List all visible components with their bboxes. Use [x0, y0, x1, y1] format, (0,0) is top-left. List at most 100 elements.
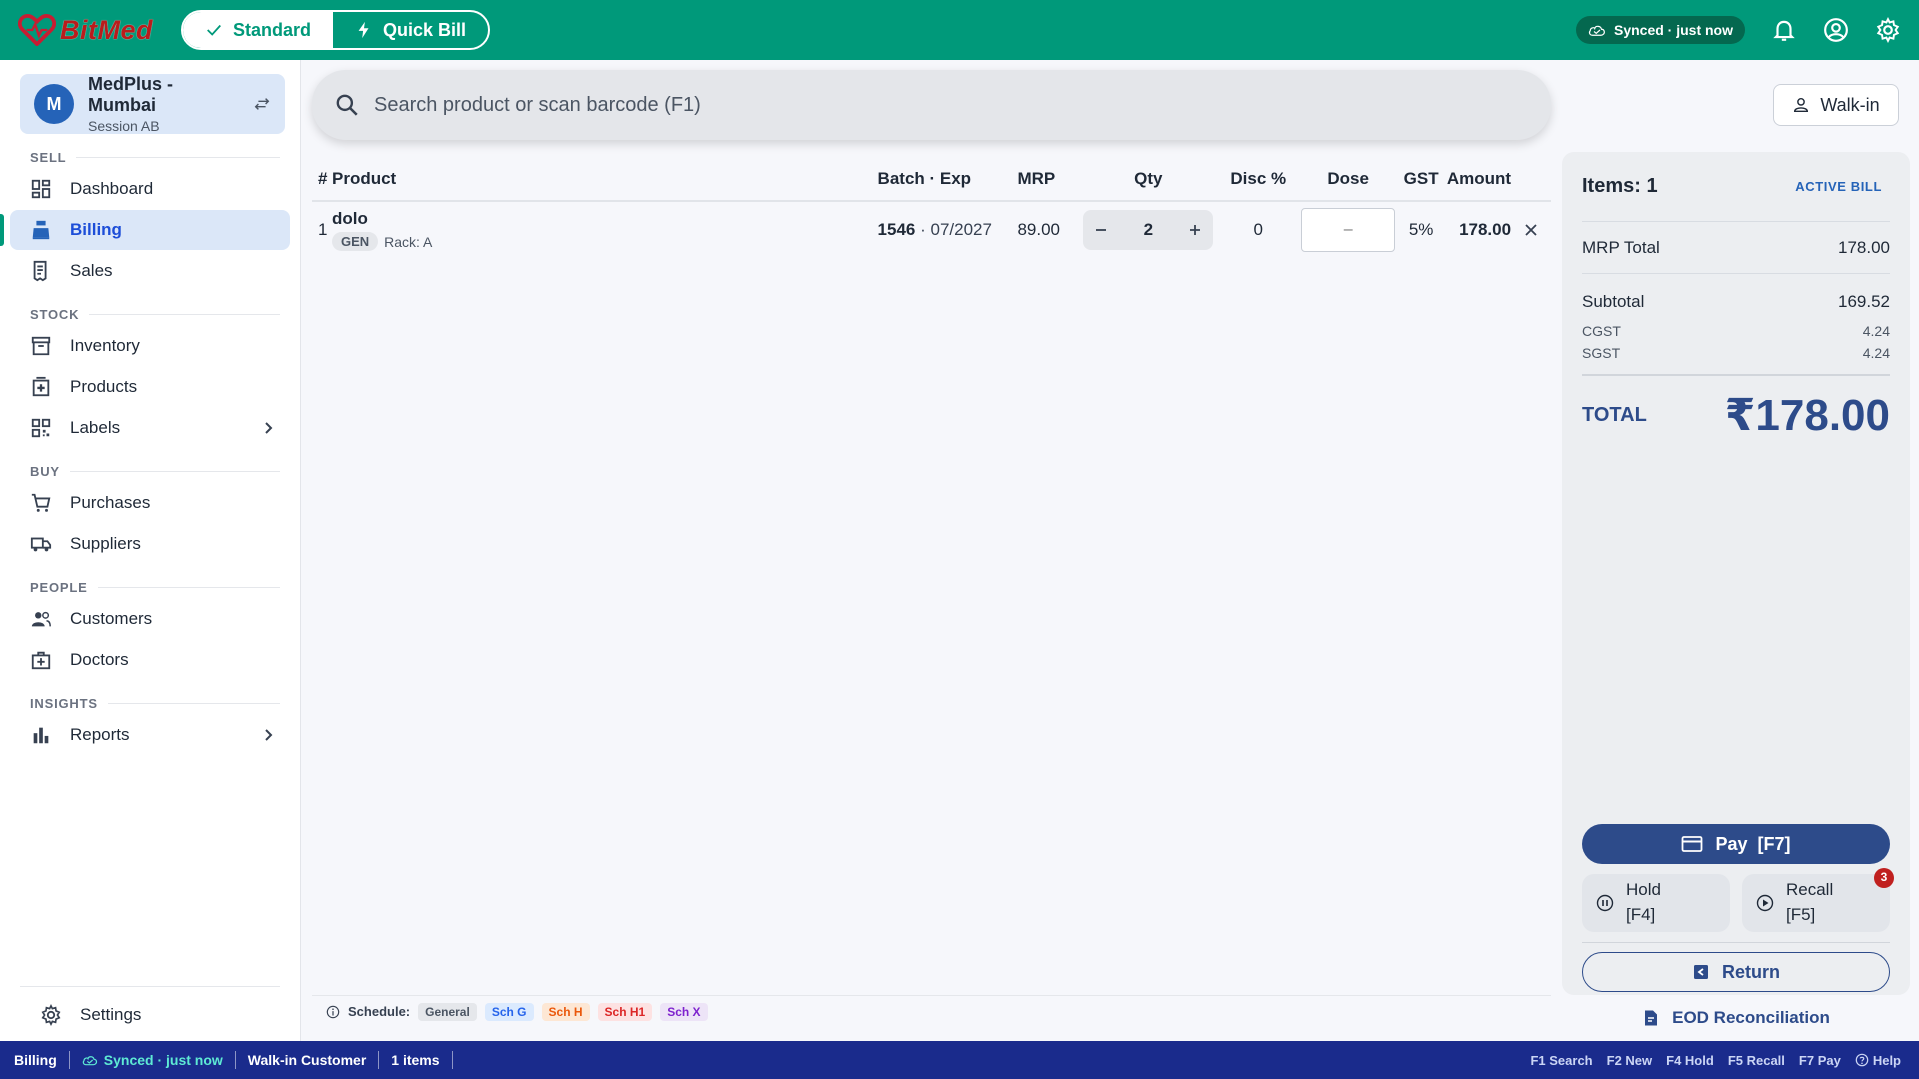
- billing-main: Walk-in # Product Batch · Exp MRP Qty Di…: [302, 60, 1919, 1041]
- sidebar-item-label: Inventory: [70, 336, 140, 355]
- shortcut-hold[interactable]: F4 Hold: [1666, 1053, 1714, 1068]
- shortcut-pay[interactable]: F7 Pay: [1799, 1053, 1841, 1068]
- subtotal-value: 169.52: [1838, 292, 1890, 311]
- medicine-box-icon: [32, 376, 50, 397]
- row-number: 1: [318, 220, 328, 239]
- col-header-mrp: MRP: [1017, 169, 1056, 188]
- bell-icon: [1773, 20, 1795, 41]
- sidebar: M MedPlus - Mumbai Session AB SELL Dashb…: [0, 60, 301, 1041]
- bar-chart-icon: [33, 727, 49, 744]
- sidebar-item-labels[interactable]: Labels: [10, 408, 290, 448]
- swap-icon: [254, 98, 270, 110]
- table-row[interactable]: 1 dolo GEN Rack: A 1546 · 07/2027 89.00: [312, 202, 1551, 258]
- app-logo[interactable]: BitMed: [18, 14, 153, 46]
- sidebar-item-doctors[interactable]: Doctors: [10, 640, 290, 680]
- hold-button[interactable]: Hold [F4]: [1582, 874, 1730, 932]
- help-link[interactable]: Help: [1855, 1053, 1901, 1068]
- qty-decrease-button[interactable]: [1091, 220, 1111, 240]
- cart-icon: [31, 493, 51, 512]
- product-search-input[interactable]: [374, 93, 1274, 117]
- sidebar-item-reports[interactable]: Reports: [10, 715, 290, 755]
- active-bill-label: ACTIVE BILL: [1795, 179, 1882, 194]
- sgst-label: SGST: [1582, 345, 1621, 361]
- schedule-chip-general: General: [418, 1002, 477, 1021]
- recall-shortcut: [F5]: [1786, 905, 1816, 924]
- walk-in-customer-button[interactable]: Walk-in: [1773, 84, 1899, 126]
- nav-section-people: PEOPLE: [30, 580, 280, 595]
- sidebar-item-label: Labels: [70, 418, 121, 437]
- shortcut-search[interactable]: F1 Search: [1530, 1053, 1592, 1068]
- pay-button-label: Pay [F7]: [1715, 833, 1791, 854]
- sync-status-pill[interactable]: Synced · just now: [1575, 16, 1745, 44]
- sidebar-item-settings[interactable]: Settings: [20, 995, 300, 1035]
- status-customer: Walk-in Customer: [236, 1051, 380, 1069]
- sidebar-item-label: Settings: [80, 1005, 142, 1024]
- sidebar-item-inventory[interactable]: Inventory: [10, 326, 290, 366]
- schedule-chip-sch-h: Sch H: [541, 1002, 590, 1021]
- col-header-product: Product: [331, 169, 397, 188]
- sidebar-item-sales[interactable]: Sales: [10, 251, 290, 291]
- store-switcher[interactable]: M MedPlus - Mumbai Session AB: [20, 74, 285, 134]
- schedule-chip-sch-h1: Sch H1: [597, 1002, 653, 1021]
- nav-section-sell: SELL: [30, 150, 280, 165]
- play-circle-icon: [1756, 894, 1774, 912]
- heart-logo-icon: [18, 14, 56, 46]
- qty-value[interactable]: 2: [1144, 220, 1153, 240]
- shortcut-recall[interactable]: F5 Recall: [1728, 1053, 1785, 1068]
- items-count: Items: 1: [1582, 175, 1658, 197]
- hold-shortcut: [F4]: [1626, 905, 1656, 924]
- sidebar-item-suppliers[interactable]: Suppliers: [10, 524, 290, 564]
- mode-standard-button[interactable]: Standard: [183, 12, 334, 48]
- pay-button[interactable]: Pay [F7]: [1582, 824, 1890, 864]
- dose-input[interactable]: [1301, 208, 1396, 252]
- search-bar[interactable]: [312, 70, 1551, 140]
- close-icon[interactable]: [1522, 221, 1540, 239]
- qty-increase-button[interactable]: [1185, 220, 1205, 240]
- actions-divider: [1582, 942, 1890, 943]
- shortcut-new[interactable]: F2 New: [1607, 1053, 1653, 1068]
- eod-reconciliation-button[interactable]: EOD Reconciliation: [1582, 1000, 1890, 1036]
- sidebar-item-billing[interactable]: Billing: [0, 210, 290, 250]
- plus-icon: [1190, 225, 1201, 235]
- sidebar-item-purchases[interactable]: Purchases: [10, 483, 290, 523]
- mrp-value: 89.00: [1017, 220, 1060, 239]
- settings-button[interactable]: [1875, 17, 1901, 43]
- rack-location: Rack: A: [384, 233, 433, 250]
- chevron-right-icon: [265, 422, 273, 434]
- schedule-legend: Schedule: General Sch G Sch H Sch H1 Sch…: [312, 995, 1551, 1023]
- notifications-button[interactable]: [1771, 17, 1797, 43]
- status-page: Billing: [14, 1051, 70, 1069]
- sync-status-text: Synced · just now: [1613, 22, 1733, 38]
- held-bills-badge: 3: [1874, 868, 1894, 888]
- mode-quick-bill-button[interactable]: Quick Bill: [333, 12, 488, 48]
- status-sync-text: Synced · just now: [103, 1052, 223, 1068]
- help-circle-icon: [1855, 1053, 1869, 1067]
- chevron-right-icon: [265, 729, 273, 741]
- col-header-dose: Dose: [1327, 169, 1369, 188]
- sidebar-item-customers[interactable]: Customers: [10, 599, 290, 639]
- receipt-icon: [33, 260, 47, 282]
- account-button[interactable]: [1823, 17, 1849, 43]
- user-circle-icon: [1824, 18, 1848, 42]
- schedule-chip-sch-x: Sch X: [660, 1002, 708, 1021]
- col-header-qty: Qty: [1134, 169, 1163, 188]
- total-label: TOTAL: [1582, 403, 1647, 426]
- cgst-label: CGST: [1582, 323, 1621, 339]
- people-icon: [31, 611, 51, 627]
- cash-register-icon: [32, 220, 50, 240]
- mode-standard-label: Standard: [233, 19, 312, 40]
- col-header-batch: Batch · Exp: [877, 169, 972, 188]
- table-header: # Product Batch · Exp MRP Qty Disc % Dos…: [312, 158, 1551, 202]
- sidebar-item-label: Products: [70, 377, 138, 396]
- person-icon: [1794, 97, 1809, 113]
- sidebar-item-dashboard[interactable]: Dashboard: [10, 169, 290, 209]
- nav-section-insights: INSIGHTS: [30, 696, 280, 711]
- discount-value[interactable]: 0: [1217, 220, 1299, 240]
- brand-name: BitMed: [60, 14, 153, 45]
- sidebar-item-products[interactable]: Products: [10, 367, 290, 407]
- col-header-number: #: [318, 169, 328, 188]
- return-button[interactable]: Return: [1582, 952, 1890, 992]
- recall-button[interactable]: Recall [F5] 3: [1742, 868, 1894, 932]
- col-header-amount: Amount: [1446, 169, 1512, 188]
- batch-number: 1546: [877, 220, 916, 239]
